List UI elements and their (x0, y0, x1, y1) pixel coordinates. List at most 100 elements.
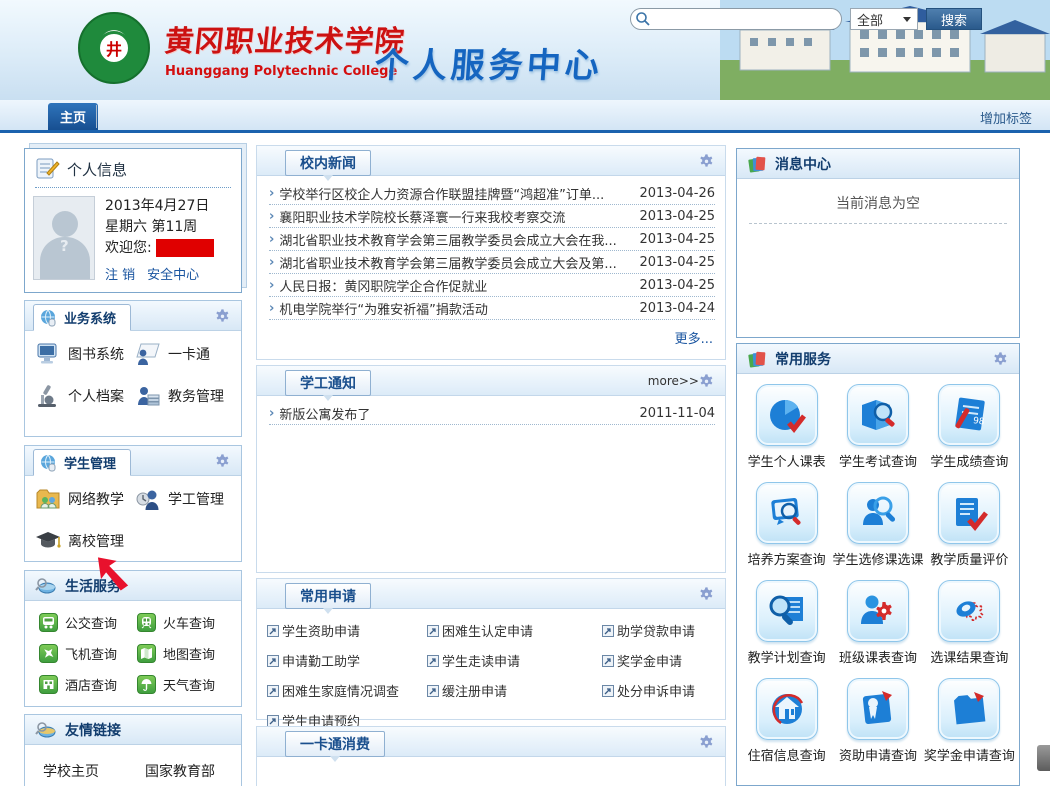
search-input[interactable] (651, 10, 831, 28)
gear-icon[interactable] (698, 373, 715, 390)
security-center-link[interactable]: 安全中心 (147, 268, 199, 283)
service-exam-query[interactable]: 学生考试查询 (832, 384, 923, 470)
service-label: 教学质量评价 (930, 549, 1008, 568)
college-logo-emblem: 井 (97, 31, 131, 65)
service-label: 教学计划查询 (748, 647, 826, 666)
biz-item-label: 教务管理 (168, 386, 224, 406)
notice-more-link[interactable]: more>> (648, 374, 699, 388)
gear-icon[interactable] (992, 351, 1009, 368)
friend-links-title: 友情链接 (65, 720, 121, 740)
news-item[interactable]: ›人民日报：黄冈职院学企合作促就业2013-04-25 (269, 274, 715, 297)
apply-item-aid[interactable]: 学生资助申请 (267, 621, 427, 640)
search-button[interactable]: 搜索 (926, 8, 982, 30)
magnifier-doc-icon (765, 589, 809, 633)
service-personal-timetable[interactable]: 学生个人课表 (741, 384, 832, 470)
college-name-cn: 黄冈职业技术学院 (163, 18, 382, 60)
stu-item-elearning[interactable]: 网络教学 (35, 486, 135, 512)
gear-icon[interactable] (698, 153, 715, 170)
tab-bar: 主页 增加标签 (0, 100, 1050, 133)
life-item-map[interactable]: 地图查询 (137, 644, 235, 663)
life-item-weather[interactable]: 天气查询 (137, 675, 235, 694)
add-tab-link[interactable]: 增加标签 (980, 108, 1032, 127)
notice-item[interactable]: ›新版公寓发布了2011-11-04 (269, 402, 715, 425)
tab-separator (96, 105, 97, 128)
link-square-icon (602, 685, 614, 697)
person-clock-icon (135, 486, 161, 512)
news-title: 机电学院举行“为雅安祈福”捐款活动 (279, 299, 637, 318)
link-square-icon (427, 625, 439, 637)
service-score-query[interactable]: 98 学生成绩查询 (924, 384, 1015, 470)
apply-item-poverty[interactable]: 困难生认定申请 (427, 621, 602, 640)
service-teaching-plan[interactable]: 教学计划查询 (741, 580, 832, 666)
student-mgmt-panel: 学生管理 网络教学 学工管理 离校管理 (24, 445, 242, 562)
news-bullet-icon: › (269, 209, 274, 224)
biz-item-archive[interactable]: 个人档案 (35, 383, 135, 409)
gear-icon[interactable] (698, 734, 715, 751)
life-item-flight[interactable]: 飞机查询 (39, 644, 137, 663)
hotel-icon (39, 675, 58, 694)
biz-item-label: 图书系统 (68, 344, 124, 364)
service-elective-select[interactable]: 学生选修课选课 (832, 482, 923, 568)
news-more-link[interactable]: 更多... (675, 332, 713, 347)
tab-home[interactable]: 主页 (48, 103, 98, 130)
campus-news-tab[interactable]: 校内新闻 (285, 150, 371, 176)
logout-link[interactable]: 注 销 (105, 268, 135, 283)
gear-icon[interactable] (214, 308, 231, 325)
biz-item-onecard[interactable]: 一卡通 (135, 341, 235, 367)
card-consume-tab[interactable]: 一卡通消费 (285, 731, 385, 757)
personal-info-title: 个人信息 (67, 159, 127, 180)
common-apply-tab[interactable]: 常用申请 (285, 583, 371, 609)
search-icon (635, 11, 651, 27)
graduation-cap-icon (35, 528, 61, 554)
apply-item-workstudy[interactable]: 申请勤工助学 (267, 651, 427, 670)
side-widget-handle[interactable] (1037, 745, 1050, 771)
search-box[interactable] (630, 8, 842, 30)
news-date: 2013-04-25 (637, 255, 715, 270)
biz-item-academic[interactable]: 教务管理 (135, 383, 235, 409)
news-item[interactable]: ›学校举行区校企人力资源合作联盟挂牌暨“鸿超准”订单...2013-04-26 (269, 182, 715, 205)
news-item[interactable]: ›湖北省职业技术教育学会第三届教学委员会成立大会及第...2013-04-25 (269, 251, 715, 274)
house-circle-icon (765, 687, 809, 731)
life-item-label: 天气查询 (163, 675, 215, 694)
business-systems-panel: 业务系统 图书系统 一卡通 个人档案 教务管理 (24, 300, 242, 437)
news-item[interactable]: ›机电学院举行“为雅安祈福”捐款活动2013-04-24 (269, 297, 715, 320)
student-mgmt-tab[interactable]: 学生管理 (33, 449, 131, 476)
service-class-timetable[interactable]: 班级课表查询 (832, 580, 923, 666)
service-course-result[interactable]: 选课结果查询 (924, 580, 1015, 666)
magnifier-globe-icon (35, 720, 57, 740)
service-label: 学生考试查询 (839, 451, 917, 470)
apply-item-loan[interactable]: 助学贷款申请 (602, 621, 740, 640)
globe-mouse-icon (40, 454, 58, 472)
news-item[interactable]: ›襄阳职业技术学院校长蔡泽寰一行来我校考察交流2013-04-25 (269, 205, 715, 228)
chevron-down-icon (903, 17, 911, 22)
news-bullet-icon: › (269, 301, 274, 316)
apply-label: 缓注册申请 (442, 681, 507, 700)
gear-icon[interactable] (214, 453, 231, 470)
personal-info-panel: 个人信息 ? 2013年4月27日 星期六 第11周 欢迎您: 注 销安全中心 (24, 148, 242, 293)
service-dorm-info[interactable]: 住宿信息查询 (741, 678, 832, 764)
username-redacted (156, 239, 214, 257)
service-scholarship-query[interactable]: 奖学金申请查询 (924, 678, 1015, 764)
apply-item-appeal[interactable]: 处分申诉申请 (602, 681, 740, 700)
life-item-bus[interactable]: 公交查询 (39, 613, 137, 632)
stu-item-studentwork[interactable]: 学工管理 (135, 486, 235, 512)
life-item-train[interactable]: 火车查询 (137, 613, 235, 632)
notice-date: 2011-11-04 (637, 406, 715, 421)
gear-icon[interactable] (698, 586, 715, 603)
apply-item-scholarship[interactable]: 奖学金申请 (602, 651, 740, 670)
apply-item-daystudent[interactable]: 学生走读申请 (427, 651, 602, 670)
service-aid-query[interactable]: 资助申请查询 (832, 678, 923, 764)
business-systems-tab[interactable]: 业务系统 (33, 304, 131, 331)
service-training-plan[interactable]: 培养方案查询 (741, 482, 832, 568)
link-school-home[interactable]: 学校主页 (43, 761, 99, 781)
search-scope-dropdown[interactable]: 全部 (850, 8, 918, 30)
news-item[interactable]: ›湖北省职业技术教育学会第三届教学委员会成立大会在我...2013-04-25 (269, 228, 715, 251)
student-notice-tab[interactable]: 学工通知 (285, 370, 371, 396)
service-teaching-eval[interactable]: 教学质量评价 (924, 482, 1015, 568)
apply-item-deferreg[interactable]: 缓注册申请 (427, 681, 602, 700)
biz-item-library[interactable]: 图书系统 (35, 341, 135, 367)
apply-label: 处分申诉申请 (617, 681, 695, 700)
life-item-hotel[interactable]: 酒店查询 (39, 675, 137, 694)
apply-item-familysurvey[interactable]: 困难生家庭情况调查 (267, 681, 427, 700)
link-moe[interactable]: 国家教育部 (145, 761, 215, 781)
